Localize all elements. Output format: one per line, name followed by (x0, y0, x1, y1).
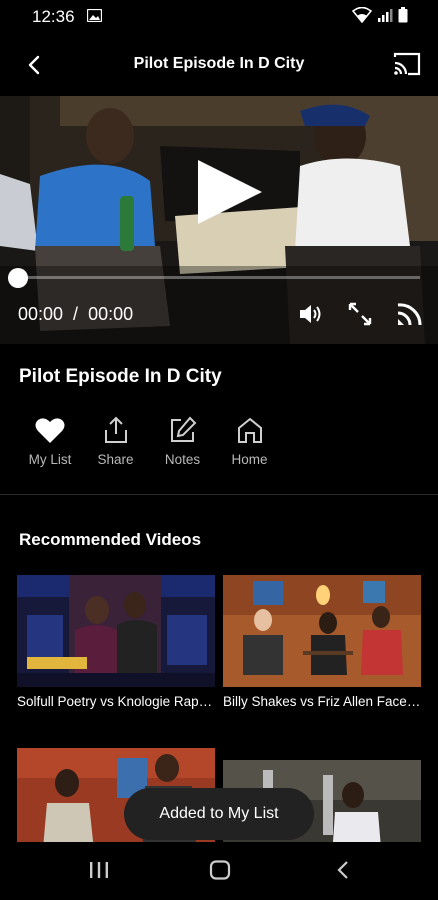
system-nav-bar (0, 842, 438, 900)
video-title: Pilot Episode In D City (19, 366, 222, 387)
app-bar: Pilot Episode In D City (0, 34, 438, 96)
time-separator: / (73, 304, 79, 324)
my-list-button[interactable]: My List (18, 414, 82, 467)
volume-icon[interactable] (298, 302, 324, 326)
video-card-title: Solfull Poetry vs Knologie Rap Battle (17, 694, 215, 709)
player-cast-icon[interactable] (396, 301, 422, 327)
notes-button[interactable]: Notes (149, 414, 216, 467)
progress-knob[interactable] (8, 268, 28, 288)
status-bar: 12:36 (0, 0, 438, 34)
gallery-icon (87, 9, 102, 22)
action-row: My List Share Notes Home (18, 414, 283, 467)
edit-icon (170, 416, 196, 442)
cast-icon[interactable] (392, 51, 422, 77)
wifi-icon (352, 7, 372, 23)
current-time: 00:00 (18, 304, 64, 324)
video-thumbnail (223, 575, 421, 687)
share-button[interactable]: Share (82, 414, 149, 467)
notes-label: Notes (164, 452, 201, 467)
video-card-title: Billy Shakes vs Friz Allen Face Off (223, 694, 421, 709)
share-label: Share (97, 452, 134, 467)
home-icon (237, 417, 262, 443)
progress-track[interactable] (18, 276, 420, 279)
video-player[interactable]: 00:00 / 00:00 (0, 96, 438, 344)
home-button[interactable]: Home (216, 414, 283, 467)
fullscreen-icon[interactable] (347, 301, 373, 327)
play-icon[interactable] (196, 160, 266, 230)
heart-icon (35, 417, 65, 443)
page-title: Pilot Episode In D City (133, 55, 305, 72)
video-card[interactable]: Solfull Poetry vs Knologie Rap Battle (17, 575, 215, 709)
divider (0, 494, 438, 495)
status-time: 12:36 (32, 7, 75, 26)
signal-icon (378, 9, 393, 22)
duration: 00:00 (88, 304, 134, 324)
recent-apps-icon[interactable] (88, 860, 110, 880)
video-thumbnail (17, 575, 215, 687)
home-label: Home (231, 452, 268, 467)
share-icon (104, 416, 127, 443)
my-list-label: My List (28, 452, 72, 467)
recommended-heading: Recommended Videos (19, 530, 202, 549)
battery-icon (398, 7, 408, 23)
timecode: 00:00 / 00:00 (18, 304, 133, 325)
back-nav-icon[interactable] (334, 860, 352, 880)
home-nav-icon[interactable] (209, 860, 231, 880)
snackbar-toast: Added to My List (124, 788, 314, 840)
video-card[interactable]: Billy Shakes vs Friz Allen Face Off (223, 575, 421, 709)
